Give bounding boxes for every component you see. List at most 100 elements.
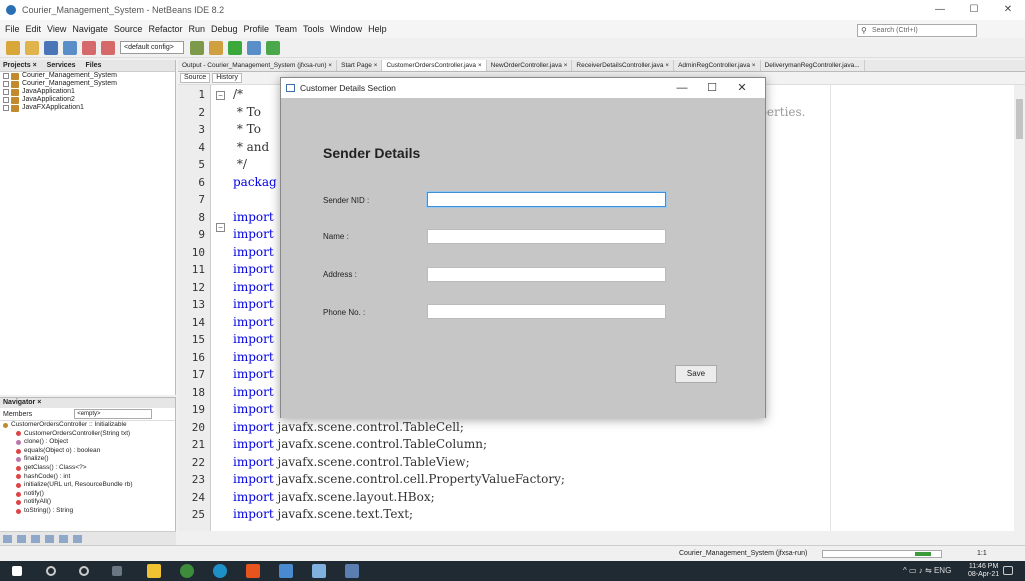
filter-icon[interactable]	[73, 534, 82, 543]
tree-item[interactable]: JavaApplication1	[0, 88, 175, 96]
dialog-maximize-icon[interactable]: ☐	[697, 80, 727, 96]
dialog-close-icon[interactable]: ✕	[727, 80, 757, 96]
expand-icon[interactable]	[3, 105, 9, 111]
chevron-up-icon[interactable]: ^	[903, 566, 907, 575]
build-icon[interactable]	[190, 40, 204, 55]
tab-deliveryman-reg-controller[interactable]: DeliverymanRegController.java...	[761, 60, 865, 71]
edge-icon[interactable]	[213, 564, 227, 578]
tab-start-page[interactable]: Start Page ×	[337, 60, 383, 71]
undo-icon[interactable]	[82, 40, 96, 55]
tab-admin-reg-controller[interactable]: AdminRegController.java ×	[674, 60, 761, 71]
scroll-thumb[interactable]	[1016, 99, 1023, 139]
clean-build-icon[interactable]	[209, 40, 223, 55]
minimize-icon[interactable]: —	[923, 0, 957, 20]
expand-icon[interactable]	[3, 97, 9, 103]
netbeans-taskbar-icon[interactable]	[279, 564, 293, 578]
phone-input[interactable]	[427, 304, 666, 319]
navigator-item[interactable]: clone() : Object	[0, 438, 175, 447]
navigator-item[interactable]: initialize(URL url, ResourceBundle rb)	[0, 481, 175, 490]
name-input[interactable]	[427, 229, 666, 244]
java-app-icon[interactable]	[345, 564, 359, 578]
dialog-minimize-icon[interactable]: —	[667, 80, 697, 96]
menu-window[interactable]: Window	[330, 24, 362, 34]
fold-icon[interactable]: −	[216, 91, 225, 100]
notification-icon[interactable]	[1003, 566, 1013, 575]
open-project-icon[interactable]	[25, 40, 39, 55]
expand-icon[interactable]	[3, 73, 9, 79]
close-file-icon[interactable]	[63, 40, 77, 55]
clock[interactable]: 11:46 PM 08-Apr-21	[968, 563, 999, 579]
maximize-icon[interactable]: ☐	[957, 0, 991, 20]
file-explorer-icon[interactable]	[147, 564, 161, 578]
tab-receiver-details-controller[interactable]: ReceiverDetailsController.java ×	[572, 60, 675, 71]
menu-debug[interactable]: Debug	[211, 24, 238, 34]
menu-view[interactable]: View	[47, 24, 66, 34]
tree-item[interactable]: JavaFXApplication1	[0, 104, 175, 112]
navigator-item[interactable]: notifyAll()	[0, 498, 175, 507]
volume-icon[interactable]: ♪	[919, 566, 923, 575]
menu-refactor[interactable]: Refactor	[148, 24, 182, 34]
filter-icon[interactable]	[3, 534, 12, 543]
navigator-item[interactable]: CustomerOrdersController(String txt)	[0, 430, 175, 439]
menu-tools[interactable]: Tools	[303, 24, 324, 34]
navigator-item[interactable]: toString() : String	[0, 507, 175, 516]
expand-icon[interactable]	[3, 81, 9, 87]
tab-customer-orders-controller[interactable]: CustomerOrdersController.java ×	[382, 60, 487, 71]
address-input[interactable]	[427, 267, 666, 282]
new-project-icon[interactable]	[6, 40, 20, 55]
close-icon[interactable]: ✕	[991, 0, 1025, 20]
filter-icon[interactable]	[59, 534, 68, 543]
run-icon[interactable]	[228, 40, 242, 55]
office-icon[interactable]	[246, 564, 260, 578]
tab-output[interactable]: Output - Courier_Management_System (jfxs…	[178, 60, 338, 71]
chrome-icon[interactable]	[180, 564, 194, 578]
source-tab[interactable]: Source	[180, 73, 211, 83]
sender-nid-input[interactable]	[427, 192, 666, 207]
tree-item[interactable]: JavaApplication2	[0, 96, 175, 104]
redo-icon[interactable]	[101, 40, 115, 55]
save-button[interactable]: Save	[675, 365, 717, 383]
tab-new-order-controller[interactable]: NewOrderController.java ×	[487, 60, 573, 71]
tree-item[interactable]: Courier_Management_System	[0, 80, 175, 88]
navigator-item[interactable]: notify()	[0, 490, 175, 499]
menu-help[interactable]: Help	[368, 24, 387, 34]
navigator-item[interactable]: getClass() : Class<?>	[0, 464, 175, 473]
expand-icon[interactable]	[3, 89, 9, 95]
history-tab[interactable]: History	[212, 73, 242, 83]
tree-item[interactable]: Courier_Management_System	[0, 72, 175, 80]
menu-source[interactable]: Source	[114, 24, 143, 34]
menu-team[interactable]: Team	[275, 24, 297, 34]
navigator-item[interactable]: equals(Object o) : boolean	[0, 447, 175, 456]
profile-icon[interactable]	[266, 40, 280, 55]
filter-icon[interactable]	[17, 534, 26, 543]
language-indicator[interactable]: ENG	[934, 566, 951, 575]
scene-builder-icon[interactable]	[312, 564, 326, 578]
fold-icon[interactable]: −	[216, 223, 225, 232]
windows-start-icon[interactable]	[12, 566, 22, 576]
filter-icon[interactable]	[45, 534, 54, 543]
members-select[interactable]: <empty>	[74, 409, 153, 419]
cortana-icon[interactable]	[79, 566, 89, 576]
ide-search-input[interactable]: Search (Ctrl+I)	[857, 24, 977, 37]
network-icon[interactable]: ⇋	[925, 566, 932, 575]
menu-run[interactable]: Run	[188, 24, 205, 34]
menu-edit[interactable]: Edit	[26, 24, 42, 34]
menu-navigate[interactable]: Navigate	[72, 24, 108, 34]
navigator-item[interactable]: finalize()	[0, 455, 175, 464]
java-window-icon	[286, 84, 295, 92]
navigator-title[interactable]: Navigator ×	[0, 398, 175, 408]
editor-scrollbar[interactable]	[1014, 85, 1025, 531]
task-view-icon[interactable]	[112, 566, 122, 576]
navigator-root[interactable]: CustomerOrdersController :: Initializabl…	[0, 421, 175, 430]
menu-file[interactable]: File	[5, 24, 20, 34]
search-icon[interactable]	[46, 566, 56, 576]
tab-projects[interactable]: Projects ×	[3, 62, 37, 69]
debug-icon[interactable]	[247, 40, 261, 55]
save-all-icon[interactable]	[44, 40, 58, 55]
navigator-item[interactable]: hashCode() : int	[0, 473, 175, 482]
tab-files[interactable]: Files	[85, 62, 101, 69]
tab-services[interactable]: Services	[47, 62, 76, 69]
filter-icon[interactable]	[31, 534, 40, 543]
menu-profile[interactable]: Profile	[244, 24, 270, 34]
config-select[interactable]: <default config>	[120, 41, 184, 54]
